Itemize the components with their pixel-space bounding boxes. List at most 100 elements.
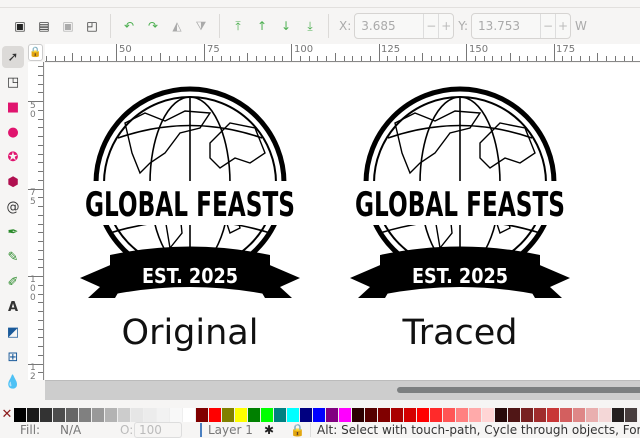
x-field[interactable]: 3.685− +: [354, 13, 455, 39]
color-swatch[interactable]: [430, 408, 443, 422]
color-swatch[interactable]: [521, 408, 534, 422]
layer-visibility-icon[interactable]: ✱: [264, 423, 274, 437]
select-all-layers-button[interactable]: ▤: [32, 14, 56, 38]
rotate-ccw-button[interactable]: ↶: [117, 14, 141, 38]
3d-box-tool-icon[interactable]: ⬢: [2, 171, 24, 193]
x-increment[interactable]: +: [438, 14, 453, 38]
y-field[interactable]: 13.753− +: [471, 13, 572, 39]
color-swatch[interactable]: [599, 408, 612, 422]
lower-button[interactable]: ↓: [274, 14, 298, 38]
ruler-tick: [81, 56, 82, 61]
color-swatch[interactable]: [118, 408, 131, 422]
color-swatch[interactable]: [573, 408, 586, 422]
pen-tool-icon[interactable]: ✒: [2, 221, 24, 243]
color-swatch[interactable]: [456, 408, 469, 422]
color-swatch[interactable]: [469, 408, 482, 422]
layer-lock-icon[interactable]: 🔒: [290, 423, 305, 437]
original-logo-image[interactable]: GLOBAL FEASTS EST. 2025: [70, 83, 310, 323]
deselect-button[interactable]: ▣: [56, 14, 80, 38]
x-value[interactable]: 3.685: [355, 19, 423, 33]
color-swatch[interactable]: [53, 408, 66, 422]
color-swatch[interactable]: [391, 408, 404, 422]
color-swatch[interactable]: [274, 408, 287, 422]
color-swatch[interactable]: [352, 408, 365, 422]
color-swatch[interactable]: [248, 408, 261, 422]
pencil-tool-icon[interactable]: ✎: [2, 246, 24, 268]
color-swatch[interactable]: [508, 408, 521, 422]
color-swatch[interactable]: [131, 408, 144, 422]
flip-vertical-button[interactable]: ⧩: [189, 14, 213, 38]
selector-tool-icon[interactable]: ➚: [2, 46, 24, 68]
color-swatch[interactable]: [157, 408, 170, 422]
color-swatch[interactable]: [365, 408, 378, 422]
canvas[interactable]: GLOBAL FEASTS EST. 2025 Original GLOBAL …: [45, 63, 640, 380]
node-tool-icon[interactable]: ◳: [2, 71, 24, 93]
color-swatch[interactable]: [313, 408, 326, 422]
color-swatch[interactable]: [261, 408, 274, 422]
dropper-tool-icon[interactable]: 💧: [2, 371, 24, 393]
lower-to-bottom-button[interactable]: ⤓: [298, 14, 322, 38]
calligraphy-tool-icon[interactable]: ✐: [2, 271, 24, 293]
color-swatch[interactable]: [482, 408, 495, 422]
color-swatch[interactable]: [378, 408, 391, 422]
star-tool-icon[interactable]: ✪: [2, 146, 24, 168]
rectangle-tool-icon[interactable]: ■: [2, 96, 24, 118]
color-swatch[interactable]: [339, 408, 352, 422]
opacity-field[interactable]: 100: [134, 422, 182, 438]
color-swatch[interactable]: [560, 408, 573, 422]
raise-button[interactable]: ↑: [250, 14, 274, 38]
color-swatch[interactable]: [612, 408, 625, 422]
ruler-label: 50: [119, 44, 132, 55]
rotate-cw-button[interactable]: ↷: [141, 14, 165, 38]
text-tool-icon[interactable]: A: [2, 296, 24, 318]
color-swatch[interactable]: [495, 408, 508, 422]
color-swatch[interactable]: [417, 408, 430, 422]
color-swatch[interactable]: [183, 408, 196, 422]
ruler-tick: [38, 127, 43, 129]
color-swatch[interactable]: [404, 408, 417, 422]
traced-logo-image[interactable]: GLOBAL FEASTS EST. 2025: [340, 83, 580, 323]
lock-guides-button[interactable]: 🔒: [28, 44, 43, 61]
color-swatch[interactable]: [209, 408, 222, 422]
horizontal-ruler[interactable]: 50 75 100 125 150 175: [45, 44, 640, 62]
y-increment[interactable]: +: [555, 14, 570, 38]
color-swatch[interactable]: [27, 408, 40, 422]
flip-horizontal-button[interactable]: ◭: [165, 14, 189, 38]
color-swatch[interactable]: [40, 408, 53, 422]
color-swatch[interactable]: [586, 408, 599, 422]
y-value[interactable]: 13.753: [472, 19, 540, 33]
mesh-tool-icon[interactable]: ⊞: [2, 346, 24, 368]
color-swatch[interactable]: [66, 408, 79, 422]
spiral-tool-icon[interactable]: @: [2, 196, 24, 218]
color-swatch[interactable]: [326, 408, 339, 422]
color-swatch[interactable]: [196, 408, 209, 422]
color-swatch[interactable]: [105, 408, 118, 422]
ellipse-tool-icon[interactable]: ●: [2, 121, 24, 143]
color-swatch[interactable]: [625, 408, 638, 422]
color-swatch[interactable]: [170, 408, 183, 422]
color-swatch[interactable]: [300, 408, 313, 422]
color-swatch[interactable]: [14, 408, 27, 422]
color-swatch[interactable]: [222, 408, 235, 422]
gradient-tool-icon[interactable]: ◩: [2, 321, 24, 343]
color-swatch[interactable]: [547, 408, 560, 422]
no-paint-swatch-icon[interactable]: ✕: [0, 408, 14, 422]
x-decrement[interactable]: −: [423, 14, 438, 38]
vertical-ruler[interactable]: 50 75 100 125: [28, 62, 44, 380]
color-swatch[interactable]: [287, 408, 300, 422]
color-swatch[interactable]: [92, 408, 105, 422]
tool-controls-bar: ▣ ▤ ▣ ◰ ↶ ↷ ◭ ⧩ ⤒ ↑ ↓ ⤓ X: 3.685− + Y: 13…: [0, 8, 640, 44]
color-swatch[interactable]: [534, 408, 547, 422]
select-all-button[interactable]: ▣: [8, 14, 32, 38]
y-decrement[interactable]: −: [540, 14, 555, 38]
color-swatch[interactable]: [79, 408, 92, 422]
horizontal-scrollbar[interactable]: [45, 380, 640, 400]
raise-to-top-button[interactable]: ⤒: [226, 14, 250, 38]
color-swatch[interactable]: [144, 408, 157, 422]
scrollbar-thumb[interactable]: [397, 387, 640, 393]
layer-selector[interactable]: Layer 1: [200, 423, 253, 437]
ruler-tick: [396, 56, 397, 61]
color-swatch[interactable]: [235, 408, 248, 422]
select-same-button[interactable]: ◰: [80, 14, 104, 38]
color-swatch[interactable]: [443, 408, 456, 422]
